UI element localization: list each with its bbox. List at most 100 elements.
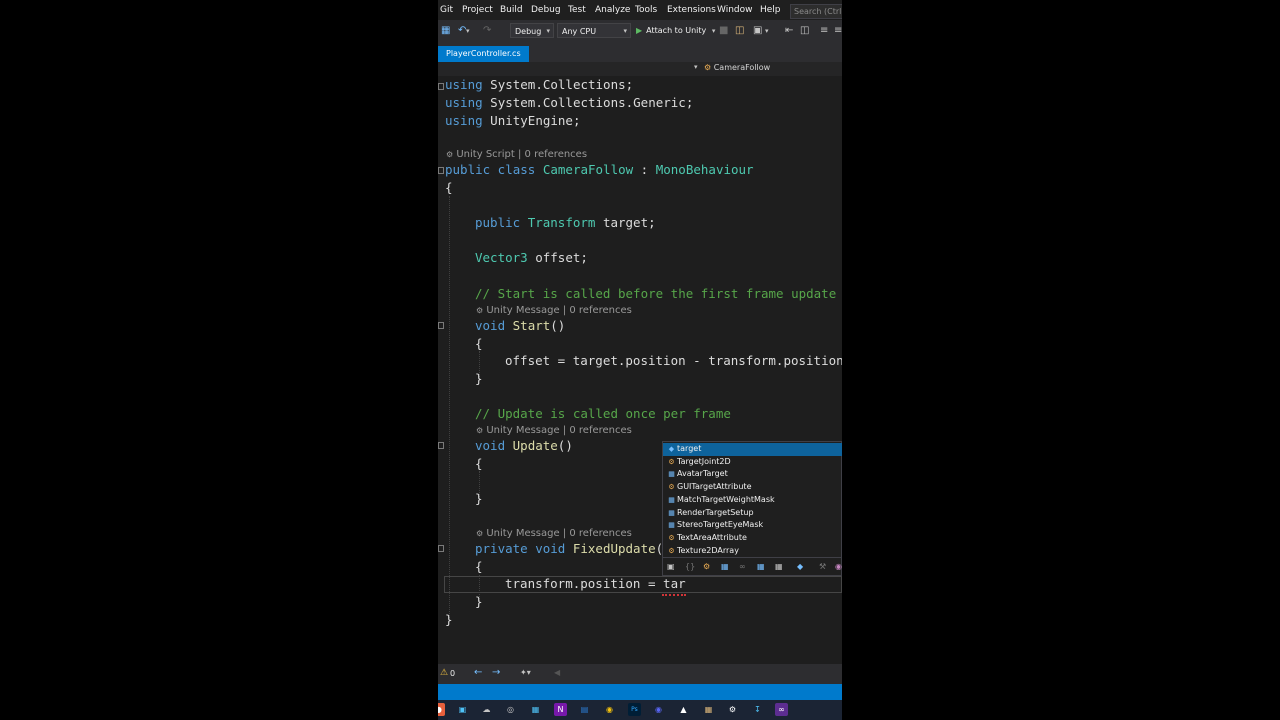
completion-item[interactable]: ▦ RenderTargetSetup bbox=[663, 507, 842, 520]
search-input[interactable]: Search (Ctrl+Q) bbox=[790, 4, 842, 19]
visual-studio-icon[interactable]: ∞ bbox=[775, 703, 788, 716]
folder-icon[interactable]: ▦ bbox=[702, 703, 715, 716]
method-name: Start bbox=[512, 318, 551, 333]
codelens-text: Unity Message | 0 references bbox=[486, 528, 632, 539]
layout-icon[interactable]: ◫ bbox=[800, 24, 809, 38]
menu-build[interactable]: Build bbox=[500, 5, 523, 15]
menu-git[interactable]: Git bbox=[440, 5, 453, 15]
visual-studio-window: Git Project Build Debug Test Analyze Too… bbox=[438, 0, 842, 720]
delegate-filter-icon[interactable]: ▦ bbox=[775, 562, 783, 571]
member-dropdown[interactable]: ⚙ CameraFollow bbox=[704, 63, 770, 72]
platform-select[interactable]: Any CPU ▾ bbox=[557, 23, 631, 38]
play-icon: ▶ bbox=[636, 26, 643, 35]
class-filter-icon[interactable]: ⚙ bbox=[703, 562, 710, 571]
unity-icon: ⚙ bbox=[446, 150, 454, 159]
struct-filter-icon[interactable]: ▦ bbox=[721, 562, 729, 571]
unity-hub-icon[interactable]: ⚙ bbox=[726, 703, 739, 716]
desktop-icon[interactable]: ▣ bbox=[456, 703, 469, 716]
class-brace-open: { bbox=[445, 180, 453, 195]
comment-icon[interactable]: ≡ bbox=[820, 24, 828, 38]
download-icon[interactable]: ↧ bbox=[751, 703, 764, 716]
namespace-filter-icon[interactable]: {} bbox=[685, 562, 695, 571]
fold-marker[interactable] bbox=[438, 83, 444, 90]
undo-dropdown-icon[interactable]: ▾ bbox=[466, 24, 470, 38]
redo-icon[interactable]: ↷ bbox=[483, 24, 491, 38]
save-all-icon[interactable]: ▦ bbox=[441, 24, 450, 38]
interface-filter-icon[interactable]: ∞ bbox=[739, 562, 746, 571]
align-left-icon[interactable]: ⇤ bbox=[785, 24, 793, 38]
fold-marker[interactable] bbox=[438, 322, 444, 329]
configuration-value: Debug bbox=[515, 27, 542, 36]
menu-tools[interactable]: Tools bbox=[635, 5, 657, 15]
completion-item[interactable]: ⚙ Texture2DArray bbox=[663, 545, 842, 558]
completion-item[interactable]: ⚙ TextAreaAttribute bbox=[663, 532, 842, 545]
completion-item[interactable]: ▦ AvatarTarget bbox=[663, 468, 842, 481]
field-filter-icon[interactable]: ◆ bbox=[797, 562, 803, 571]
menu-debug[interactable]: Debug bbox=[531, 5, 561, 15]
class-brace-close: } bbox=[445, 612, 453, 627]
menu-project[interactable]: Project bbox=[462, 5, 493, 15]
enum-filter-icon[interactable]: ▦ bbox=[757, 562, 765, 571]
completion-item[interactable]: ⚙ TargetJoint2D bbox=[663, 456, 842, 469]
fold-marker[interactable] bbox=[438, 442, 444, 449]
codelens-class[interactable]: ⚙ Unity Script | 0 references bbox=[446, 149, 587, 161]
configuration-select[interactable]: Debug ▾ bbox=[510, 23, 554, 38]
unity-icon[interactable]: ▲ bbox=[677, 703, 690, 716]
nav-forward-icon[interactable]: → bbox=[492, 667, 500, 678]
files-icon[interactable]: ▦ bbox=[529, 703, 542, 716]
fixedupdate-body: transform.position = tar bbox=[505, 576, 686, 591]
unity-icon: ⚙ bbox=[476, 529, 484, 538]
discord-icon[interactable]: ◉ bbox=[652, 703, 665, 716]
scroll-left-icon[interactable]: ◀ bbox=[554, 668, 560, 677]
field-offset: Vector3 offset; bbox=[475, 250, 588, 266]
dropdown-icon[interactable]: ▾ bbox=[765, 24, 769, 38]
codelens-start[interactable]: ⚙ Unity Message | 0 references bbox=[476, 305, 632, 317]
namespace: UnityEngine; bbox=[482, 113, 581, 128]
codelens-update[interactable]: ⚙ Unity Message | 0 references bbox=[476, 425, 632, 437]
method-name: Update bbox=[512, 438, 558, 453]
stop-icon[interactable]: ■ bbox=[719, 24, 728, 38]
type: Vector3 bbox=[475, 250, 528, 265]
warning-icon[interactable]: ⚠ bbox=[440, 668, 448, 678]
tab-player-controller[interactable]: PlayerController.cs bbox=[438, 46, 529, 62]
chevron-down-icon[interactable]: ▾ bbox=[694, 63, 698, 71]
class-icon: ⚙ bbox=[668, 483, 675, 492]
completion-item[interactable]: ▦ StereoTargetEyeMask bbox=[663, 519, 842, 532]
wrench-icon[interactable]: ⚒ bbox=[819, 562, 826, 571]
menu-extensions[interactable]: Extensions bbox=[667, 5, 716, 15]
snippet-icon[interactable]: ◉ bbox=[835, 562, 842, 571]
fold-marker[interactable] bbox=[438, 545, 444, 552]
onenote-icon[interactable]: N bbox=[554, 703, 567, 716]
folder-icon[interactable]: ◫ bbox=[735, 24, 744, 38]
brush-icon[interactable]: ✦▾ bbox=[520, 668, 531, 677]
update-brace-close: } bbox=[475, 491, 483, 506]
menu-test[interactable]: Test bbox=[568, 5, 586, 15]
completion-item-target[interactable]: ◆ target bbox=[663, 443, 842, 456]
codelens-text: Unity Message | 0 references bbox=[486, 425, 632, 436]
completion-item[interactable]: ▦ MatchTargetWeightMask bbox=[663, 494, 842, 507]
word-icon[interactable]: ▤ bbox=[578, 703, 591, 716]
menu-analyze[interactable]: Analyze bbox=[595, 5, 630, 15]
cloud-icon[interactable]: ☁ bbox=[480, 703, 493, 716]
screenshot-icon[interactable]: ▣ bbox=[753, 24, 762, 38]
intellisense-popup: ◆ target ⚙ TargetJoint2D ▦ AvatarTarget ⚙ GU… bbox=[662, 441, 842, 576]
menu-help[interactable]: Help bbox=[760, 5, 781, 15]
chrome-icon[interactable]: ◉ bbox=[603, 703, 616, 716]
nav-back-icon[interactable]: ← bbox=[474, 667, 482, 678]
document-tab-bar: PlayerController.cs bbox=[438, 42, 842, 64]
attach-to-unity-button[interactable]: ▶ Attach to Unity ▾ bbox=[636, 24, 715, 38]
photoshop-icon[interactable]: Ps bbox=[628, 703, 641, 716]
method-fixedupdate: private void FixedUpdate( bbox=[475, 541, 663, 557]
codelens-fixedupdate[interactable]: ⚙ Unity Message | 0 references bbox=[476, 528, 632, 540]
chevron-down-icon: ▾ bbox=[546, 27, 550, 35]
app-icon[interactable]: ● bbox=[438, 703, 445, 716]
keyword: public class bbox=[445, 162, 543, 177]
circle-app-icon[interactable]: ◎ bbox=[504, 703, 517, 716]
completion-item[interactable]: ⚙ GUITargetAttribute bbox=[663, 481, 842, 494]
punctuation: : bbox=[633, 162, 656, 177]
fold-marker[interactable] bbox=[438, 167, 444, 174]
start-brace-open: { bbox=[475, 336, 483, 351]
expand-icon[interactable]: ▣ bbox=[667, 562, 675, 571]
uncomment-icon[interactable]: ≡ bbox=[834, 24, 842, 38]
menu-window[interactable]: Window bbox=[717, 5, 753, 15]
